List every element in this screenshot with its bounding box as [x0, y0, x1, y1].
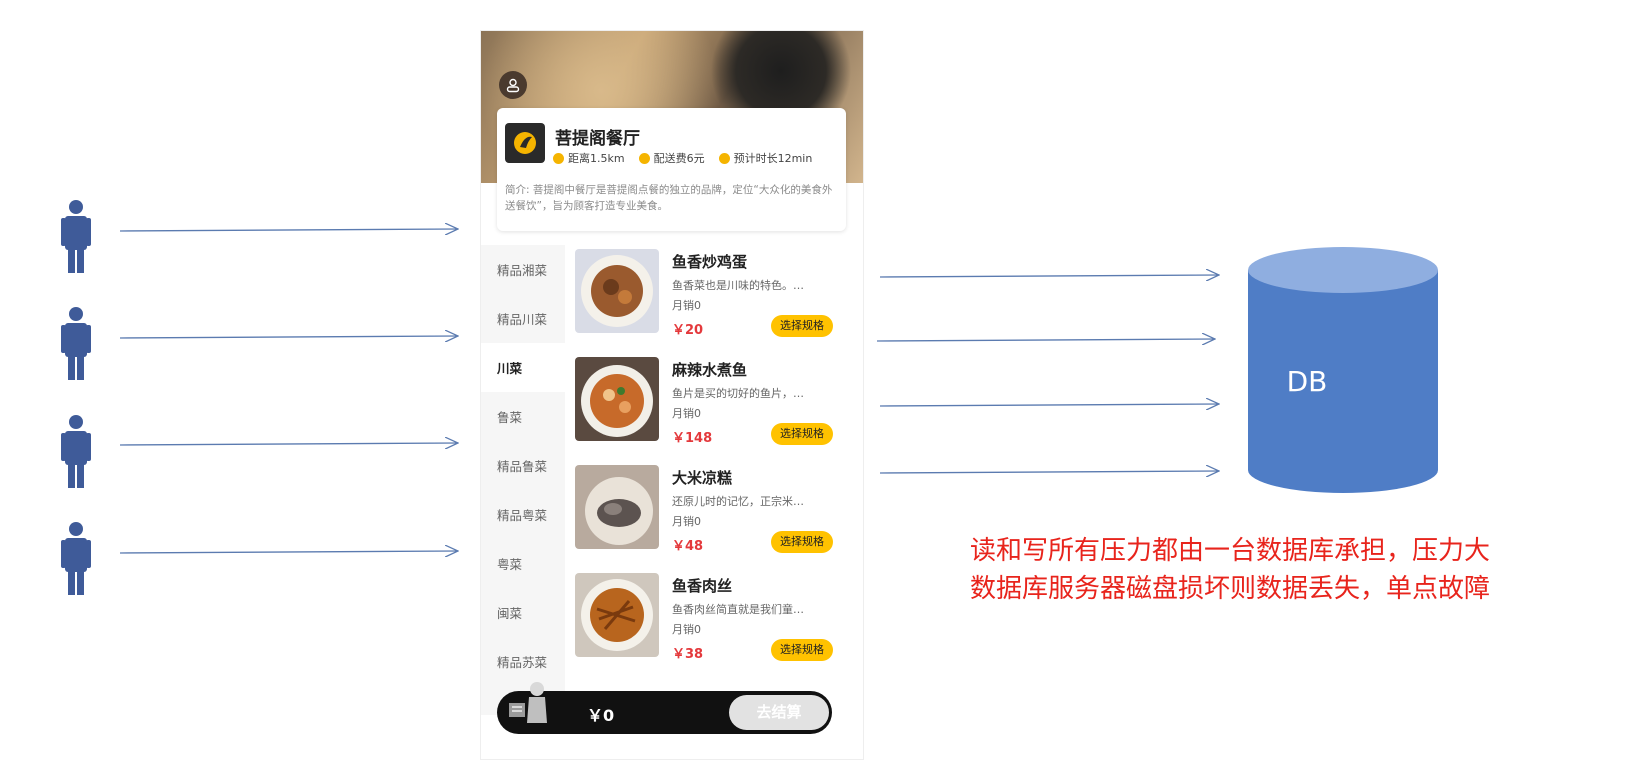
note-text: 读和写所有压力都由一台数据库承担，压力大 数据库服务器磁盘损坏则数据丢失，单点故…	[970, 532, 1610, 608]
dish-photo	[575, 465, 659, 549]
dish-sales: 月销0	[672, 515, 701, 528]
select-spec-button[interactable]: 选择规格	[771, 423, 833, 445]
db-arrow	[876, 339, 1215, 341]
money-icon	[638, 152, 650, 164]
distance-text: 距离1.5km	[568, 152, 625, 165]
cart-total: ￥0	[587, 706, 615, 725]
dish-name: 鱼香肉丝	[672, 577, 733, 595]
dish-name: 大米凉糕	[672, 469, 733, 487]
dish-item[interactable]: 大米凉糕 还原儿时的记忆，正宗米… 月销0 ￥48 选择规格	[575, 465, 857, 573]
user-icon	[61, 522, 91, 595]
dish-desc: 鱼片是买的切好的鱼片，…	[672, 387, 804, 400]
delivery-fee-info: 配送费6元	[638, 150, 705, 166]
dish-item[interactable]: 鱼香炒鸡蛋 鱼香菜也是川味的特色。… 月销0 ￥20 选择规格	[575, 249, 857, 357]
dish-price: ￥20	[672, 323, 704, 338]
category-item[interactable]: 精品鲁菜	[481, 441, 565, 490]
store-intro: 简介: 菩提阁中餐厅是菩提阁点餐的独立的品牌，定位“大众化的美食外送餐饮”，旨为…	[505, 184, 833, 212]
dish-sales: 月销0	[672, 407, 701, 420]
store-info-card: 菩提阁餐厅 距离1.5km 配送费6元 预计时长12min 简介: 菩提阁中餐厅…	[497, 108, 846, 231]
category-item[interactable]: 闽菜	[481, 588, 565, 637]
user-icon	[61, 307, 91, 380]
dish-item[interactable]: 麻辣水煮鱼 鱼片是买的切好的鱼片，… 月销0 ￥148 选择规格	[575, 357, 857, 465]
dish-photo	[575, 357, 659, 441]
dish-price: ￥38	[672, 647, 704, 662]
store-name: 菩提阁餐厅	[555, 129, 640, 149]
select-spec-button[interactable]: 选择规格	[771, 531, 833, 553]
request-arrow	[119, 443, 458, 445]
user-icon	[61, 200, 91, 273]
request-arrow	[119, 336, 458, 338]
dish-desc: 鱼香菜也是川味的特色。…	[672, 279, 804, 292]
select-spec-button[interactable]: 选择规格	[771, 639, 833, 661]
dish-price: ￥48	[672, 539, 704, 554]
dish-desc: 还原儿时的记忆，正宗米…	[672, 495, 804, 508]
category-item[interactable]: 精品川菜	[481, 294, 565, 343]
eta-info: 预计时长12min	[718, 150, 813, 166]
dish-desc: 鱼香肉丝简直就是我们童…	[672, 603, 804, 616]
db-arrow	[879, 404, 1219, 406]
note-line-1: 读和写所有压力都由一台数据库承担，压力大	[970, 536, 1491, 566]
store-logo-icon	[505, 123, 545, 163]
cart-icon[interactable]	[507, 679, 557, 733]
category-item-active[interactable]: 川菜	[481, 343, 565, 392]
user-icon	[61, 415, 91, 488]
clock-icon	[718, 152, 730, 164]
db-label: DB	[1286, 365, 1328, 398]
store-meta: 距离1.5km 配送费6元 预计时长12min	[553, 150, 843, 166]
dish-list: 鱼香炒鸡蛋 鱼香菜也是川味的特色。… 月销0 ￥20 选择规格 麻辣水煮鱼 鱼片…	[575, 249, 857, 681]
category-sidebar: 精品湘菜 精品川菜 川菜 鲁菜 精品鲁菜 精品粤菜 粤菜 闽菜 精品苏菜	[481, 245, 565, 715]
dish-name: 鱼香炒鸡蛋	[672, 253, 748, 271]
dish-photo	[575, 249, 659, 333]
distance-info: 距离1.5km	[553, 150, 625, 166]
db-arrow	[879, 275, 1219, 277]
dish-sales: 月销0	[672, 299, 701, 312]
location-icon	[553, 152, 564, 164]
dish-item[interactable]: 鱼香肉丝 鱼香肉丝简直就是我们童… 月销0 ￥38 选择规格	[575, 573, 857, 681]
eta-text: 预计时长12min	[733, 152, 813, 165]
dish-sales: 月销0	[672, 623, 701, 636]
request-arrow	[119, 229, 458, 231]
note-line-2: 数据库服务器磁盘损坏则数据丢失，单点故障	[970, 574, 1491, 604]
dish-price: ￥148	[672, 431, 713, 446]
checkout-button[interactable]: 去结算	[729, 695, 829, 730]
select-spec-button[interactable]: 选择规格	[771, 315, 833, 337]
request-arrow	[119, 551, 458, 553]
category-item[interactable]: 鲁菜	[481, 392, 565, 441]
mobile-app-screenshot: 菩提阁餐厅 距离1.5km 配送费6元 预计时长12min 简介: 菩提阁中餐厅…	[480, 30, 864, 760]
category-item[interactable]: 粤菜	[481, 539, 565, 588]
category-item[interactable]: 精品粤菜	[481, 490, 565, 539]
db-arrow	[879, 471, 1219, 473]
user-avatar-icon[interactable]	[499, 71, 527, 99]
dish-name: 麻辣水煮鱼	[672, 361, 748, 379]
delivery-fee-text: 配送费6元	[653, 152, 705, 165]
category-item[interactable]: 精品湘菜	[481, 245, 565, 294]
cart-bar: ￥0 去结算	[497, 682, 832, 734]
dish-photo	[575, 573, 659, 657]
